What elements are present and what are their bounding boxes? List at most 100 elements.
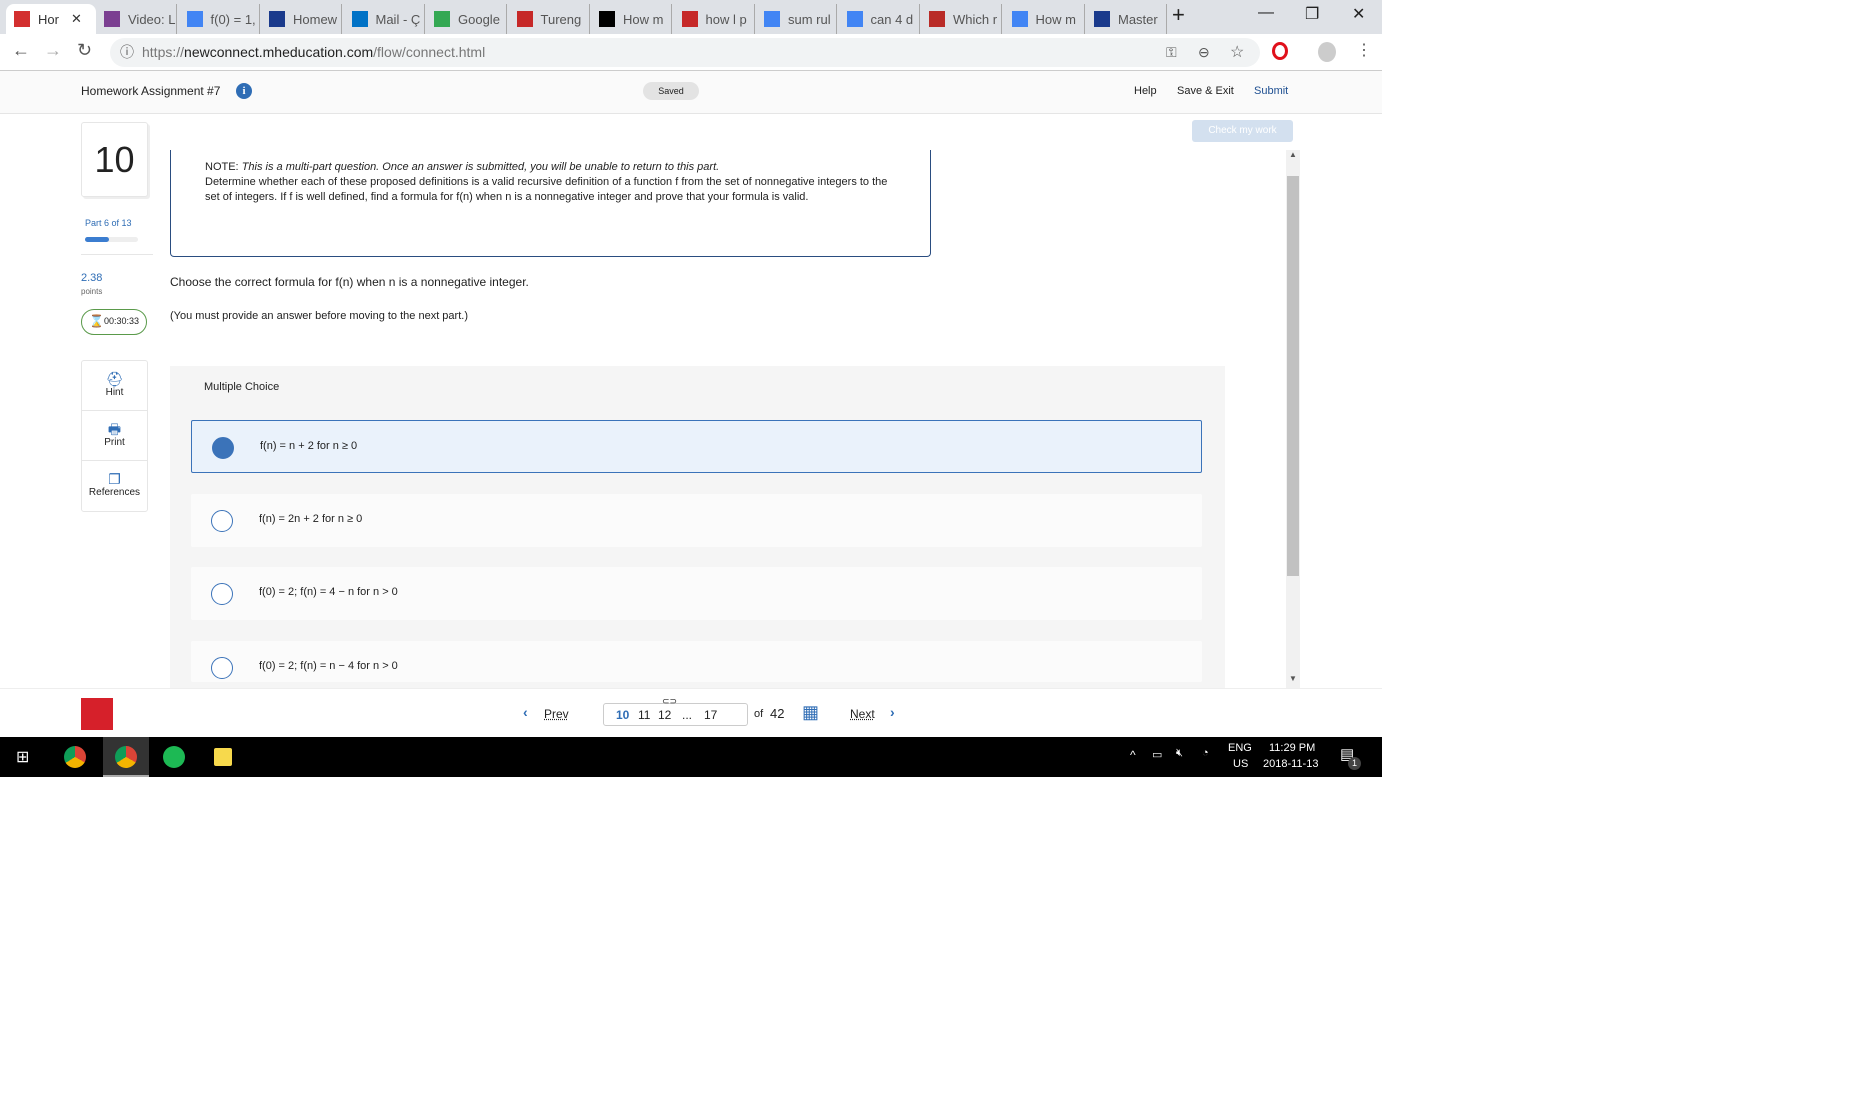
- mc-label: Multiple Choice: [204, 381, 280, 393]
- language-indicator[interactable]: ENG: [1228, 742, 1252, 754]
- browser-window: Hor ✕ Video: L f(0) = 1, Homew Mail - Ç Google…: [0, 0, 1382, 777]
- browser-tab[interactable]: how l p: [674, 4, 755, 34]
- scrollbar-thumb[interactable]: [1287, 176, 1299, 576]
- browser-tab[interactable]: Tureng: [509, 4, 590, 34]
- tool-hint[interactable]: ⛑ Hint: [82, 361, 147, 411]
- info-icon[interactable]: i: [236, 83, 252, 99]
- browser-tab[interactable]: Hor ✕: [6, 4, 96, 34]
- clock-date[interactable]: 2018-11-13: [1263, 758, 1318, 770]
- grid-icon[interactable]: ▦: [802, 702, 819, 723]
- sticky-notes-icon[interactable]: [214, 748, 232, 766]
- help-link[interactable]: Help: [1134, 85, 1157, 97]
- browser-tab[interactable]: How m: [591, 4, 672, 34]
- choice-text: f(0) = 2; f(n) = n − 4 for n > 0: [259, 660, 398, 672]
- close-window-button[interactable]: ✕: [1352, 4, 1365, 24]
- tray-chevron-icon[interactable]: ^: [1130, 748, 1136, 762]
- region-indicator[interactable]: US: [1233, 758, 1248, 770]
- url-bar[interactable]: ⓘ https://newconnect.mheducation.com/flo…: [110, 38, 1260, 67]
- google-icon: [764, 11, 780, 27]
- shield-star-icon: [1094, 11, 1110, 27]
- mute-icon[interactable]: 🔇︎: [1176, 747, 1183, 760]
- browser-tab[interactable]: Homew: [261, 4, 342, 34]
- forward-button[interactable]: →: [44, 40, 62, 61]
- radio-button[interactable]: [211, 657, 233, 679]
- saved-badge: Saved: [643, 82, 699, 100]
- menu-icon[interactable]: ⋮: [1356, 40, 1372, 60]
- address-toolbar: ← → ↻ ⓘ https://newconnect.mheducation.c…: [0, 34, 1382, 71]
- save-exit-link[interactable]: Save & Exit: [1177, 85, 1234, 97]
- choice-option[interactable]: f(0) = 2; f(n) = n − 4 for n > 0: [191, 641, 1202, 682]
- info-icon[interactable]: ⓘ: [120, 38, 134, 67]
- profile-icon[interactable]: [1318, 42, 1336, 62]
- content-area: 10 Part 6 of 13 2.38 points ⌛ 00:30:33 ⛑ H…: [0, 114, 1382, 688]
- browser-tab[interactable]: Video: L: [96, 4, 177, 34]
- new-tab-button[interactable]: +: [1172, 2, 1185, 28]
- next-button[interactable]: Next: [850, 707, 875, 721]
- chevron-right-icon[interactable]: ›: [890, 704, 895, 720]
- star-icon[interactable]: ☆: [1230, 38, 1244, 67]
- radio-button[interactable]: [212, 437, 234, 459]
- tools-panel: ⛑ Hint 🖶 Print ❐ References: [81, 360, 148, 512]
- browser-tab[interactable]: Master: [1086, 4, 1167, 34]
- browser-tab[interactable]: can 4 d: [839, 4, 920, 34]
- key-icon[interactable]: ⚿: [1166, 38, 1177, 67]
- close-tab-icon[interactable]: ✕: [71, 11, 82, 27]
- battery-icon[interactable]: ▭: [1152, 748, 1162, 761]
- tab-title: Hor: [38, 11, 59, 27]
- edx-icon: [104, 11, 120, 27]
- url-host: newconnect.mheducation.com: [184, 44, 374, 60]
- part-indicator: Part 6 of 13: [85, 218, 132, 228]
- prev-button[interactable]: Prev: [544, 707, 569, 721]
- choice-option[interactable]: f(n) = n + 2 for n ≥ 0: [191, 420, 1202, 473]
- page-link[interactable]: 11: [638, 708, 650, 722]
- choice-option[interactable]: f(0) = 2; f(n) = 4 − n for n > 0: [191, 567, 1202, 620]
- divider: [81, 254, 153, 255]
- google-icon: [186, 11, 203, 27]
- opera-icon[interactable]: [1272, 42, 1288, 60]
- windows-start-icon[interactable]: ⊞: [16, 747, 29, 767]
- scroll-down-icon[interactable]: ▼: [1289, 674, 1297, 683]
- instruction-text: (You must provide an answer before movin…: [170, 310, 468, 322]
- page-link[interactable]: 12: [658, 708, 671, 722]
- browser-tab[interactable]: Google: [426, 4, 507, 34]
- chrome-icon[interactable]: [64, 746, 86, 768]
- scroll-up-icon[interactable]: ▲: [1289, 150, 1297, 159]
- restore-button[interactable]: ❐: [1305, 4, 1319, 24]
- prompt-text: Choose the correct formula for f(n) when…: [170, 275, 529, 289]
- check-my-work-button[interactable]: Check my work: [1192, 120, 1293, 142]
- spotify-icon[interactable]: [163, 746, 185, 768]
- chevron-left-icon[interactable]: ‹: [523, 704, 528, 720]
- zoom-icon[interactable]: ⊖: [1198, 38, 1210, 67]
- browser-tab[interactable]: sum rul: [756, 4, 837, 34]
- submit-link[interactable]: Submit: [1254, 85, 1288, 97]
- browser-tab[interactable]: Which r: [921, 4, 1002, 34]
- taskbar-chrome-active[interactable]: [103, 737, 149, 777]
- tab-title: sum rul: [788, 11, 831, 27]
- browser-tab[interactable]: Mail - Ç: [344, 4, 425, 34]
- back-button[interactable]: ←: [12, 40, 30, 61]
- wifi-icon[interactable]: ◔: [1202, 747, 1209, 759]
- radio-button[interactable]: [211, 510, 233, 532]
- browser-tab[interactable]: f(0) = 1,: [179, 4, 260, 34]
- choice-option[interactable]: f(n) = 2n + 2 for n ≥ 0: [191, 494, 1202, 547]
- tab-title: f(0) = 1,: [210, 11, 256, 27]
- of-label: of: [754, 708, 764, 720]
- browser-tab[interactable]: How m: [1004, 4, 1085, 34]
- assignment-title: Homework Assignment #7: [81, 84, 221, 98]
- radio-button[interactable]: [211, 583, 233, 605]
- footer-nav: ‹ Prev 10 11 12... 17 ⊂⊃ of 42 ▦ Next ›: [0, 688, 1382, 737]
- shield-star-icon: [269, 11, 285, 27]
- tab-title: How m: [1035, 11, 1076, 27]
- page-link[interactable]: 10: [616, 708, 629, 722]
- scrollbar[interactable]: ▲ ▼: [1286, 150, 1300, 688]
- minimize-button[interactable]: —: [1258, 4, 1274, 22]
- reload-button[interactable]: ↻: [77, 40, 92, 61]
- url-path: /flow/connect.html: [373, 44, 486, 60]
- part-progress-bar: [85, 237, 138, 242]
- tool-print[interactable]: 🖶 Print: [82, 411, 147, 461]
- tool-references[interactable]: ❐ References: [82, 461, 147, 511]
- clock-time[interactable]: 11:29 PM: [1269, 742, 1315, 754]
- tab-title: Mail - Ç: [375, 11, 421, 27]
- points-label: points: [81, 287, 103, 296]
- page-link[interactable]: 17: [704, 708, 717, 722]
